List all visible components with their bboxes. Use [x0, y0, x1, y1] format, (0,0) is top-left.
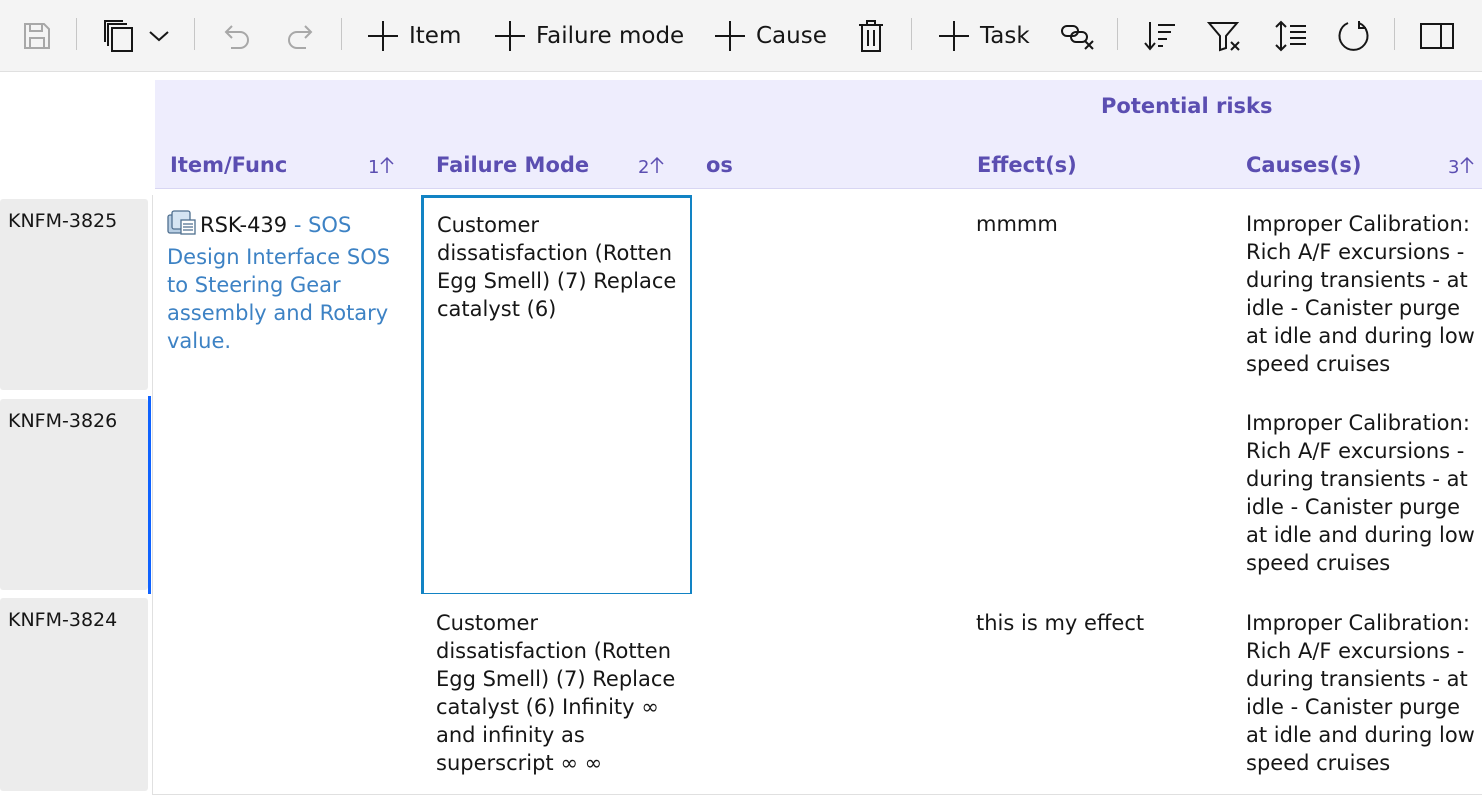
trash-icon [857, 19, 885, 53]
sort-indicator[interactable]: 3 [1448, 156, 1474, 179]
undo-icon [220, 19, 252, 53]
side-panel-icon [1420, 23, 1454, 49]
arrow-up-icon [649, 156, 664, 179]
redo-icon [285, 19, 317, 53]
redo-button[interactable] [285, 0, 317, 72]
os-cell[interactable] [692, 594, 962, 795]
plus-icon [713, 19, 747, 53]
os-cell[interactable] [692, 195, 962, 595]
delete-button[interactable] [857, 0, 885, 72]
row-height-button[interactable] [1274, 0, 1308, 72]
undo-button[interactable] [220, 0, 252, 72]
save-icon [22, 21, 52, 51]
add-item-label: Item [409, 23, 462, 49]
unlink-icon [1060, 21, 1096, 51]
column-header-failure-mode[interactable]: Failure Mode [436, 153, 589, 177]
row-height-icon [1274, 20, 1308, 52]
sort-order: 2 [638, 157, 650, 178]
toolbar-separator [1394, 18, 1395, 50]
sort-button[interactable] [1143, 0, 1177, 72]
item-func-cell[interactable]: RSK-439 - SOS Design Interface SOS to St… [152, 195, 422, 795]
plus-icon [493, 19, 527, 53]
sort-icon [1143, 20, 1177, 52]
refresh-button[interactable] [1337, 0, 1371, 72]
toolbar-separator [76, 18, 77, 50]
effect-cell[interactable]: this is my effect [961, 594, 1232, 795]
unlink-button[interactable] [1060, 0, 1096, 72]
column-header-effects[interactable]: Effect(s) [977, 153, 1077, 177]
copy-dropdown[interactable] [148, 0, 170, 72]
column-header-causes[interactable]: Causes(s) [1246, 153, 1361, 177]
cause-cell[interactable]: Improper Calibration: Rich A/F excursion… [1231, 394, 1482, 595]
row-id[interactable]: KNFM-3825 [0, 199, 148, 390]
cause-cell[interactable]: Improper Calibration: Rich A/F excursion… [1231, 195, 1482, 395]
plus-icon [366, 19, 400, 53]
sort-indicator[interactable]: 2 [638, 156, 664, 179]
toolbar-separator [911, 18, 912, 50]
add-failure-mode-button[interactable]: Failure mode [493, 0, 684, 72]
copy-icon [103, 19, 135, 53]
toolbar-separator [341, 18, 342, 50]
refresh-icon [1337, 19, 1371, 53]
chevron-down-icon [148, 29, 170, 43]
failure-mode-cell[interactable]: Customer dissatisfaction (Rotten Egg Sme… [421, 594, 693, 795]
clear-filter-button[interactable] [1207, 0, 1243, 72]
row-id[interactable]: KNFM-3824 [0, 598, 148, 791]
failure-mode-cell[interactable]: Customer dissatisfaction (Rotten Egg Sme… [421, 195, 693, 596]
toolbar-separator [1117, 18, 1118, 50]
filter-remove-icon [1207, 20, 1243, 52]
add-task-button[interactable]: Task [937, 0, 1030, 72]
toolbar-separator [194, 18, 195, 50]
copy-button[interactable] [103, 0, 135, 72]
row-id[interactable]: KNFM-3826 [0, 399, 148, 590]
add-failure-mode-label: Failure mode [536, 23, 685, 49]
item-code: RSK-439 [200, 213, 288, 237]
effect-cell[interactable]: mmmm [961, 195, 1232, 595]
sort-order: 3 [1448, 157, 1460, 178]
side-panel-button[interactable] [1420, 0, 1454, 72]
fmea-grid: RSK-439 - SOS Design Interface SOS to St… [152, 195, 1482, 795]
toolbar: Item Failure mode Cause Task [0, 0, 1482, 72]
risk-item-icon [167, 210, 197, 243]
sort-indicator[interactable]: 1 [368, 156, 394, 179]
arrow-up-icon [1459, 156, 1474, 179]
active-row-indicator [148, 396, 151, 594]
column-header-os[interactable]: os [706, 153, 733, 177]
save-button[interactable] [22, 0, 52, 72]
arrow-up-icon [379, 156, 394, 179]
column-header-item-func[interactable]: Item/Func [170, 153, 287, 177]
add-task-label: Task [980, 23, 1030, 49]
plus-icon [937, 19, 971, 53]
sort-order: 1 [368, 157, 380, 178]
add-cause-label: Cause [756, 23, 827, 49]
add-item-button[interactable]: Item [366, 0, 461, 72]
header-group-potential-risks: Potential risks [1101, 94, 1273, 118]
cause-cell[interactable]: Improper Calibration: Rich A/F excursion… [1231, 594, 1482, 795]
add-cause-button[interactable]: Cause [713, 0, 827, 72]
